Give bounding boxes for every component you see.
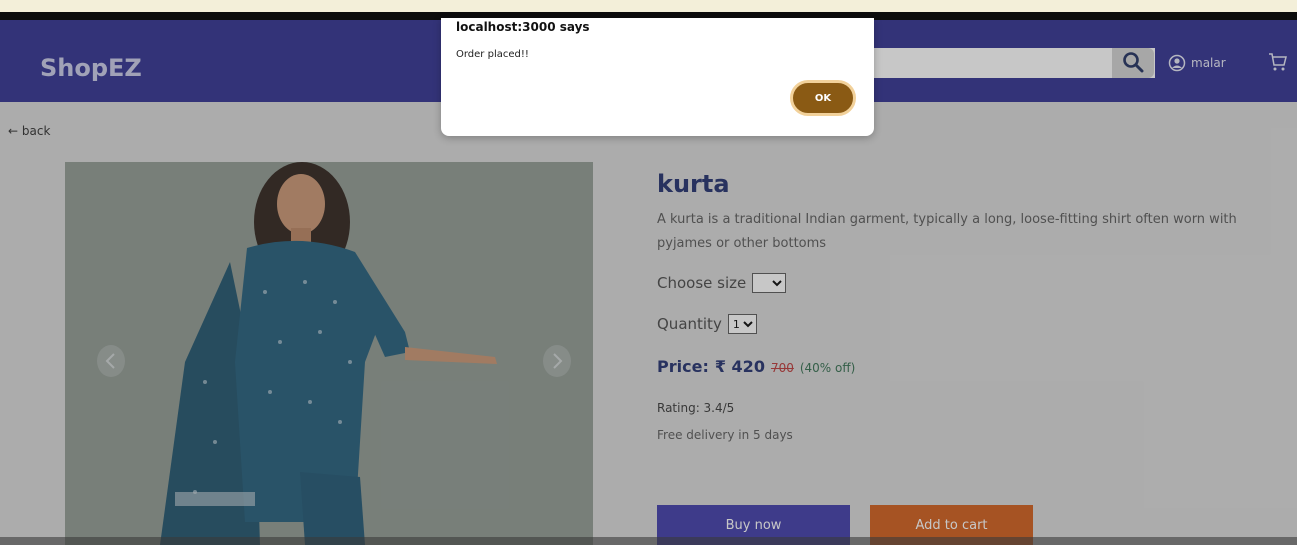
alert-dialog: localhost:3000 says Order placed!! OK <box>441 18 874 136</box>
ok-button[interactable]: OK <box>790 80 856 116</box>
dialog-message: Order placed!! <box>456 49 529 60</box>
dialog-title: localhost:3000 says <box>456 20 590 34</box>
bottom-strip <box>0 537 1297 545</box>
browser-top-strip <box>0 0 1297 12</box>
